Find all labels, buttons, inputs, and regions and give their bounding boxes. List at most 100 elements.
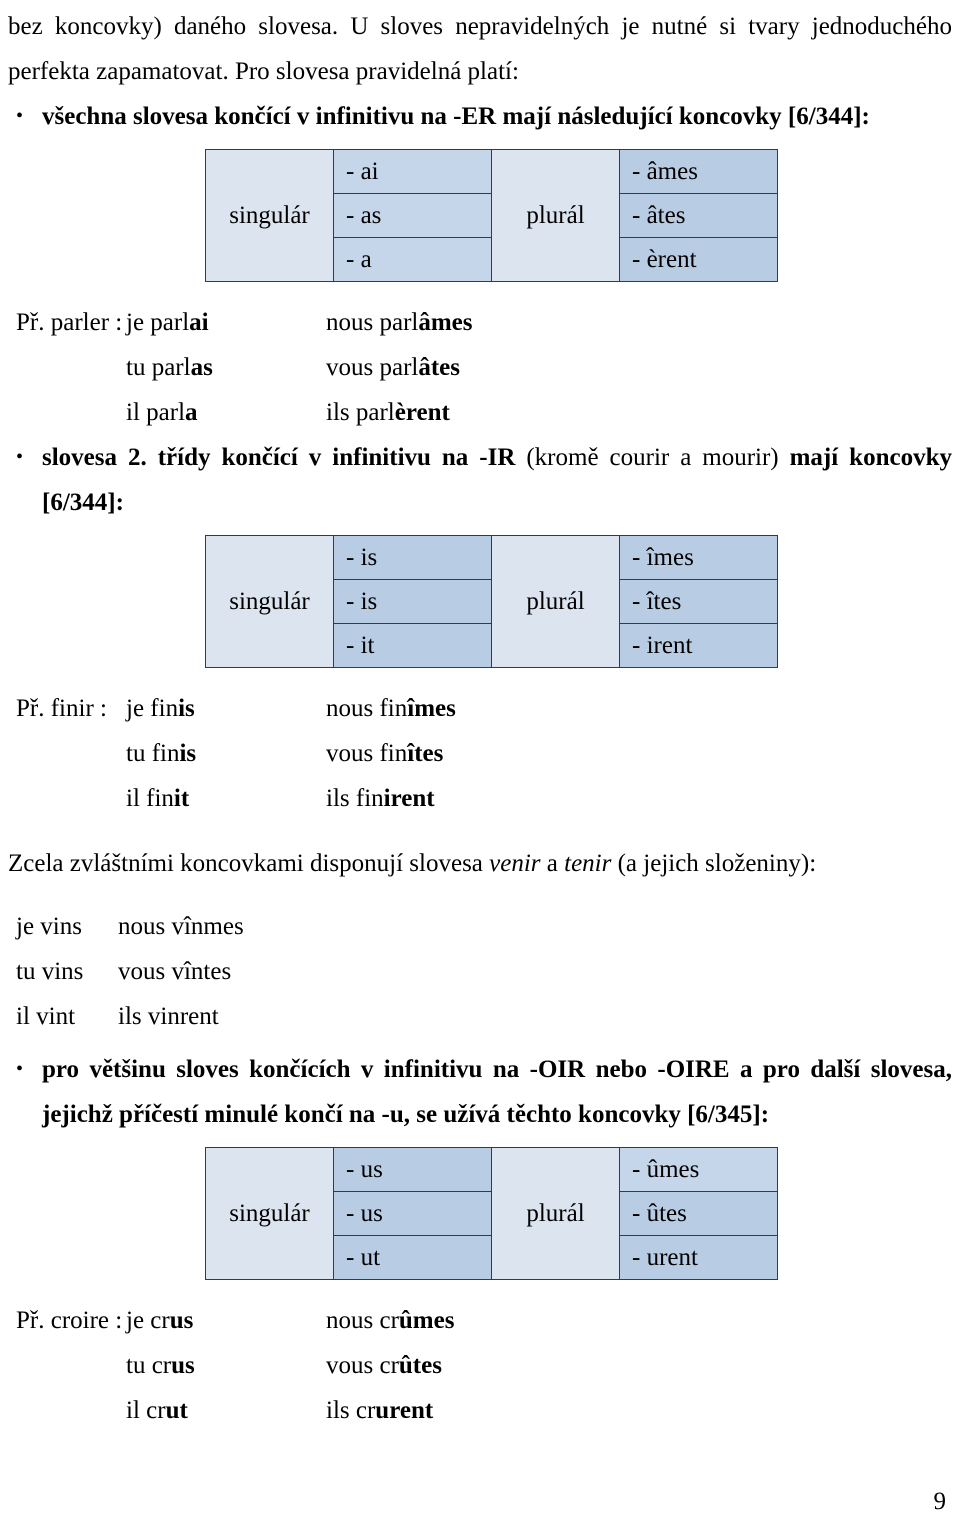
conjugation-plural: nous crûmes xyxy=(326,1298,952,1343)
venir-intro-part2: a xyxy=(540,850,565,877)
conjugation-singular: tu parlas xyxy=(126,345,326,390)
conjugation-singular: je crus xyxy=(126,1298,326,1343)
conjugation-singular: je finis xyxy=(126,686,326,731)
verb-ending: irent xyxy=(383,785,435,812)
bullet-text-bold: všechna slovesa končící v infinitivu na … xyxy=(42,103,870,130)
conjugation-block-venir: je vins nous vînmes tu vins vous vîntes … xyxy=(8,904,952,1039)
plural-label-cell: plurál xyxy=(491,535,620,668)
conjugation-lead: Př. parler : xyxy=(16,309,123,336)
verb-stem: je cr xyxy=(126,1307,170,1334)
verb-stem: ils parl xyxy=(326,399,395,426)
plural-ending-cell: - èrent xyxy=(619,237,778,282)
conjugation-row: tu finis vous finîtes xyxy=(8,731,952,776)
verb-ending: ut xyxy=(165,1397,188,1424)
verb-ending: âmes xyxy=(418,309,473,336)
conjugation-singular: il vint xyxy=(16,1003,76,1030)
conjugation-block-parler: Př. parler : je parlai nous parlâmes tu … xyxy=(8,300,952,435)
conjugation-lead-spacer xyxy=(8,731,126,776)
verb-ending: as xyxy=(190,354,213,381)
verb-stem: vous fin xyxy=(326,740,408,767)
conjugation-plural: vous vîntes xyxy=(118,958,232,985)
plural-ending-cell: - ûmes xyxy=(619,1147,778,1192)
verb-stem: ils fin xyxy=(326,785,384,812)
plural-ending-cell: - îmes xyxy=(619,535,778,580)
conjugation-lead: Př. croire : xyxy=(16,1307,123,1334)
table-row: singulár - us plurál - ûmes xyxy=(205,1147,778,1280)
singular-ending-cell: - as xyxy=(333,193,492,238)
verb-ending: a xyxy=(185,399,198,426)
singular-ending-cell: - a xyxy=(333,237,492,282)
conjugation-row: il crut ils crurent xyxy=(8,1388,952,1433)
singular-ending-cell: - is xyxy=(333,535,492,580)
plural-ending-cell: - âtes xyxy=(619,193,778,238)
endings-table-oir: singulár - us plurál - ûmes - us - ûtes … xyxy=(205,1147,778,1280)
plural-ending-cell: - âmes xyxy=(619,149,778,194)
verb-ending: it xyxy=(173,785,190,812)
singular-ending-cell: - ut xyxy=(333,1235,492,1280)
plural-label-cell: plurál xyxy=(491,1147,620,1280)
verb-stem: vous cr xyxy=(326,1352,399,1379)
conjugation-singular: il finit xyxy=(126,776,326,821)
plural-label-cell: plurál xyxy=(491,149,620,282)
verb-stem: ils cr xyxy=(326,1397,376,1424)
verb-stem: je fin xyxy=(126,695,179,722)
verb-ending: is xyxy=(179,740,197,767)
verb-stem: tu cr xyxy=(126,1352,172,1379)
conjugation-row: je vins nous vînmes xyxy=(8,904,952,949)
bullet-item-oir-verbs: • pro většinu sloves končících v infinit… xyxy=(8,1047,952,1137)
verb-ending: us xyxy=(169,1307,194,1334)
conjugation-row: tu vins vous vîntes xyxy=(8,949,952,994)
verb-stem: tu fin xyxy=(126,740,180,767)
bullet-dot-icon: • xyxy=(16,105,24,127)
verb-ending: urent xyxy=(375,1397,434,1424)
venir-intro-part1: Zcela zvláštními koncovkami disponují sl… xyxy=(8,850,490,877)
conjugation-plural: ils parlèrent xyxy=(326,390,952,435)
conjugation-row: il parla ils parlèrent xyxy=(8,390,952,435)
bullet-dot-icon: • xyxy=(16,446,24,468)
conjugation-row: tu crus vous crûtes xyxy=(8,1343,952,1388)
bullet-text-bold: slovesa 2. třídy končící v infinitivu na… xyxy=(42,444,527,471)
singular-ending-cell: - is xyxy=(333,579,492,624)
verb-stem: il cr xyxy=(126,1397,166,1424)
singular-ending-cell: - ai xyxy=(333,149,492,194)
conjugation-plural: vous parlâtes xyxy=(326,345,952,390)
singular-label-cell: singulár xyxy=(205,535,334,668)
conjugation-plural: ils finirent xyxy=(326,776,952,821)
endings-table-er: singulár - ai plurál - âmes - as - âtes … xyxy=(205,149,778,282)
conjugation-singular: je vins xyxy=(16,913,82,940)
conjugation-row: Př. finir : je finis nous finîmes xyxy=(8,686,952,731)
conjugation-row: il finit ils finirent xyxy=(8,776,952,821)
conjugation-lead-spacer xyxy=(8,390,126,435)
verb-ending: ûmes xyxy=(398,1307,455,1334)
conjugation-lead-spacer xyxy=(8,776,126,821)
bullet-text-bold: pro většinu sloves končících v infinitiv… xyxy=(42,1056,952,1128)
document-page: bez koncovky) daného slovesa. U sloves n… xyxy=(0,0,960,1528)
conjugation-lead: Př. finir : xyxy=(16,695,107,722)
plural-ending-cell: - irent xyxy=(619,623,778,668)
bullet-dot-icon: • xyxy=(16,1058,24,1080)
intro-paragraph: bez koncovky) daného slovesa. U sloves n… xyxy=(8,13,952,85)
conjugation-plural: vous finîtes xyxy=(326,731,952,776)
conjugation-plural: ils vinrent xyxy=(118,1003,219,1030)
conjugation-singular: il crut xyxy=(126,1388,326,1433)
table-row: singulár - ai plurál - âmes xyxy=(205,149,778,282)
bullet-text-ir-verbs: slovesa 2. třídy končící v infinitivu na… xyxy=(42,435,952,525)
conjugation-row: Př. croire : je crus nous crûmes xyxy=(8,1298,952,1343)
plural-ending-cell: - îtes xyxy=(619,579,778,624)
conjugation-plural: nous finîmes xyxy=(326,686,952,731)
verb-ending: is xyxy=(178,695,195,722)
verb-ending: us xyxy=(171,1352,195,1379)
conjugation-singular: je parlai xyxy=(126,300,326,345)
conjugation-row: tu parlas vous parlâtes xyxy=(8,345,952,390)
singular-label-cell: singulár xyxy=(205,1147,334,1280)
verb-ending: ai xyxy=(189,309,209,336)
singular-ending-cell: - us xyxy=(333,1147,492,1192)
venir-intro-part3: (a jejich složeniny): xyxy=(611,850,817,877)
conjugation-plural: nous parlâmes xyxy=(326,300,952,345)
conjugation-lead-spacer xyxy=(8,1388,126,1433)
page-number: 9 xyxy=(933,1488,947,1515)
conjugation-plural: vous crûtes xyxy=(326,1343,952,1388)
conjugation-lead-spacer xyxy=(8,345,126,390)
conjugation-row: il vint ils vinrent xyxy=(8,994,952,1039)
